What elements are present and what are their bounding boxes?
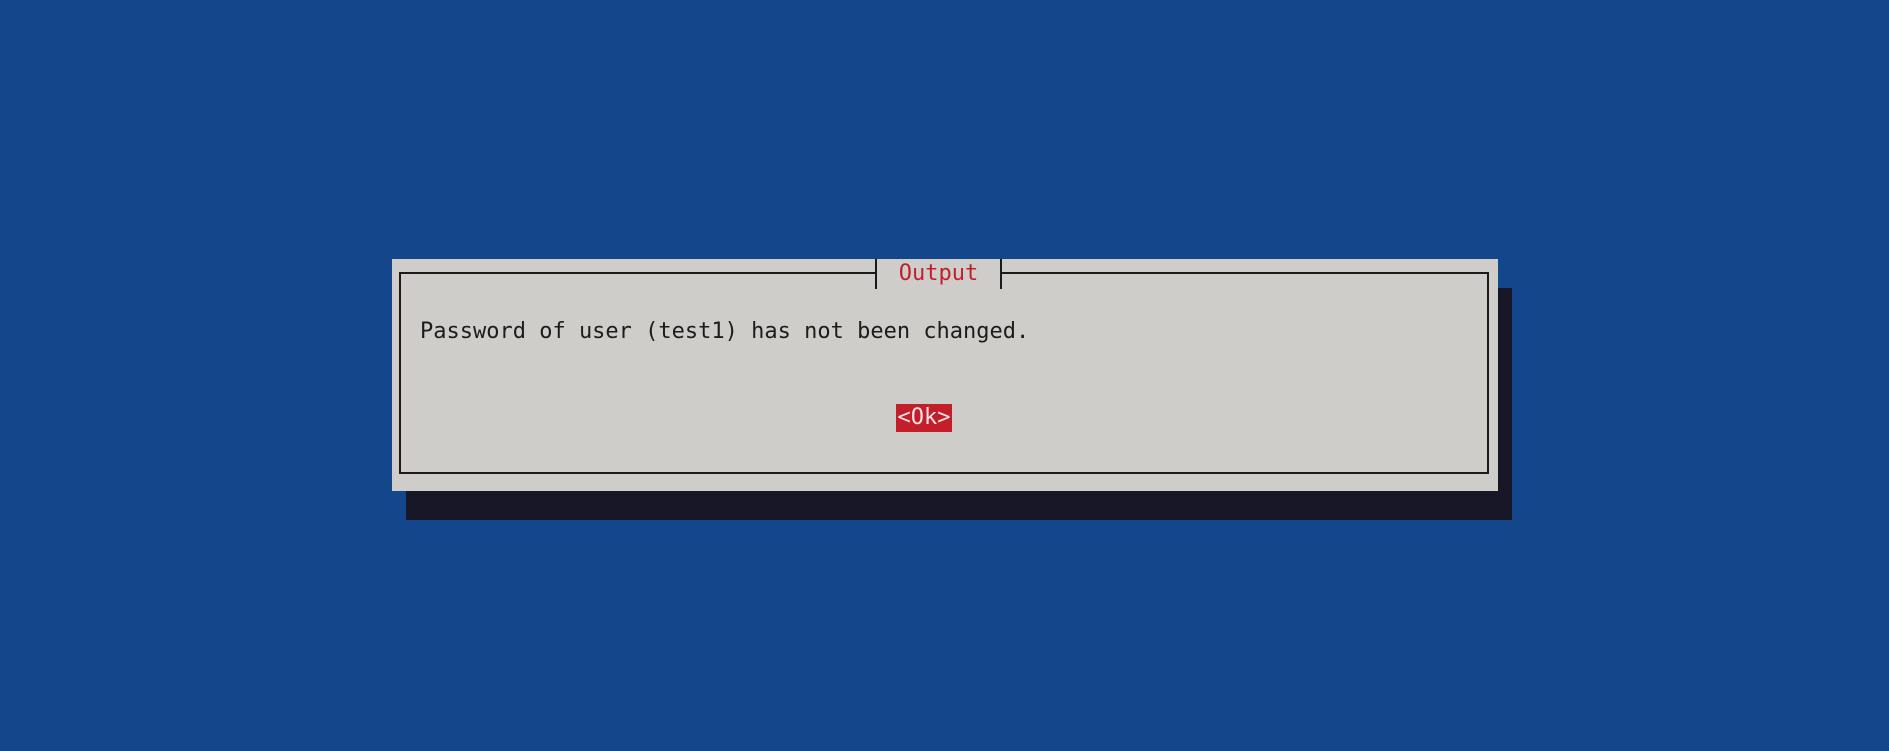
dialog-message: Password of user (test1) has not been ch…: [420, 319, 1030, 344]
output-dialog: Output Password of user (test1) has not …: [392, 259, 1498, 491]
dialog-title: Output: [875, 259, 1002, 289]
ok-button[interactable]: <Ok>: [896, 404, 952, 432]
dialog-frame: [399, 272, 1489, 474]
terminal-screen: Output Password of user (test1) has not …: [0, 0, 1889, 751]
